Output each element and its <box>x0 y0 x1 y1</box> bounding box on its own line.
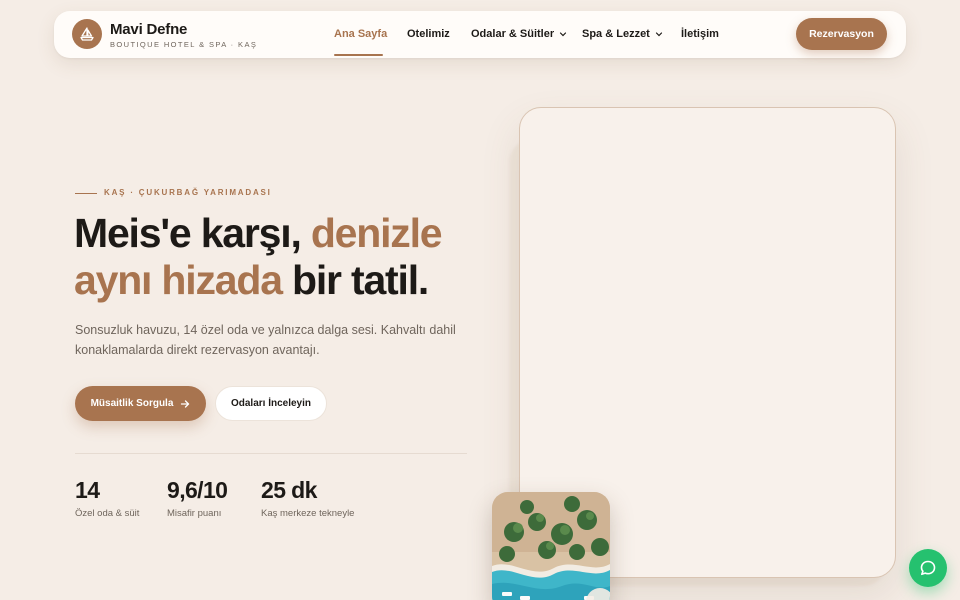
nav-item-iletisim[interactable]: İletişim <box>681 28 719 40</box>
chevron-down-icon <box>560 32 567 37</box>
stat-label: Kaş merkeze tekneyle <box>261 508 355 519</box>
hero-eyebrow: KAŞ · ÇUKURBAĞ YARIMADASI <box>104 188 272 197</box>
stats-divider <box>75 453 467 454</box>
stat-distance: 25 dk Kaş merkeze tekneyle <box>261 477 354 519</box>
check-availability-button[interactable]: Müsaitlik Sorgula <box>75 386 206 421</box>
nav-item-label: Otelimiz <box>407 28 450 40</box>
sailboat-icon[interactable] <box>72 19 102 49</box>
stat-value: 14 <box>75 477 100 503</box>
eyebrow-rule <box>75 193 97 194</box>
nav-item-odalar-suitler[interactable]: Odalar & Süitler <box>471 28 567 40</box>
stat-value: 9,6/10 <box>167 477 228 503</box>
headline-part-2: bir tatil. <box>281 257 429 303</box>
hero-headline: Meis'e karşı, denizle aynı hizada bir ta… <box>74 210 494 304</box>
nav-item-otelimiz[interactable]: Otelimiz <box>407 28 450 40</box>
active-nav-indicator <box>334 54 383 56</box>
nav-item-label: Odalar & Süitler <box>471 28 555 40</box>
site-header: Mavi Defne BOUTIQUE HOTEL & SPA · KAŞ An… <box>54 11 906 58</box>
button-label: Odaları İnceleyin <box>230 398 312 409</box>
view-rooms-button[interactable]: Odaları İnceleyin <box>215 386 327 421</box>
stat-label: Misafir puanı <box>167 508 222 519</box>
stat-label: Özel oda & süit <box>75 508 140 519</box>
pool-photo <box>492 492 610 600</box>
hero-description: Sonsuzluk havuzu, 14 özel oda ve yalnızc… <box>75 323 456 357</box>
stat-rooms: 14 Özel oda & süit <box>75 477 139 519</box>
nav-item-label: Spa & Lezzet <box>582 28 650 40</box>
chat-button[interactable] <box>909 549 947 587</box>
brand-tagline: BOUTIQUE HOTEL & SPA · KAŞ <box>110 40 258 49</box>
brand-name[interactable]: Mavi Defne <box>110 21 187 38</box>
nav-item-label: Ana Sayfa <box>334 28 388 40</box>
stat-rating: 9,6/10 Misafir puanı <box>167 477 228 519</box>
stat-value: 25 dk <box>261 477 317 503</box>
chevron-down-icon <box>655 32 662 37</box>
nav-item-ana-sayfa[interactable]: Ana Sayfa <box>334 28 387 40</box>
button-label: Müsaitlik Sorgula <box>90 398 174 409</box>
resort-pool-thumbnail[interactable] <box>492 492 610 600</box>
headline-part-1: Meis'e karşı, <box>74 210 311 256</box>
reservation-button[interactable]: Rezervasyon <box>796 18 887 50</box>
arrow-right-icon <box>181 399 190 408</box>
nav-item-spa-lezzet[interactable]: Spa & Lezzet <box>582 28 663 40</box>
nav-item-label: İletişim <box>681 28 719 40</box>
chat-bubble-icon <box>920 560 936 576</box>
